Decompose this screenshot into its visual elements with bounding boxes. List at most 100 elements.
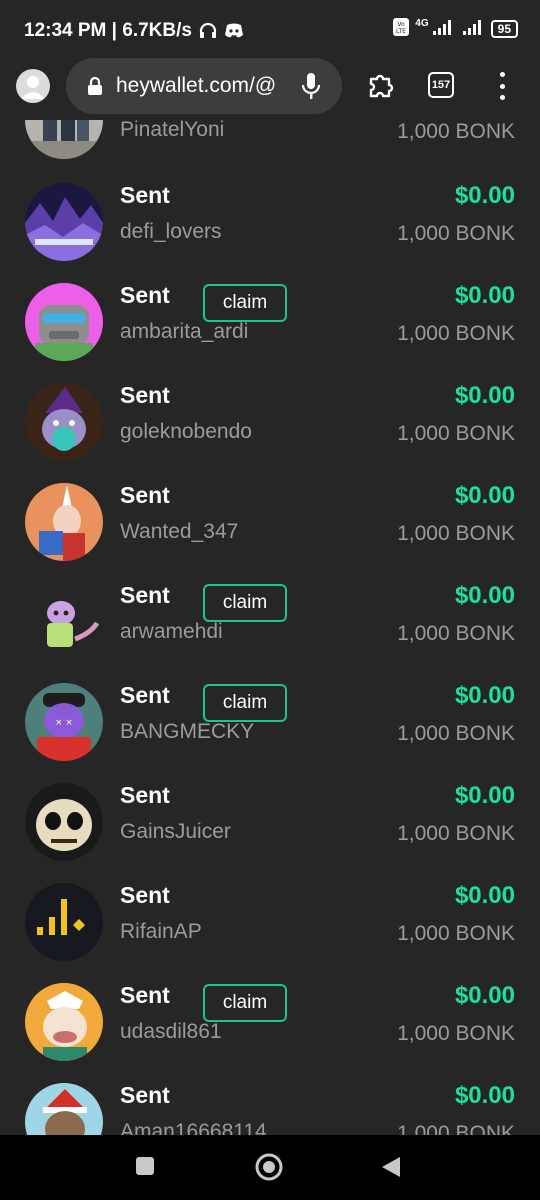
username: Wanted_347 [120, 520, 239, 543]
status-bar: 12:34 PM | 6.7KB/s Vo LTE 4G 95 [0, 0, 540, 58]
transaction-title: Sent [120, 1082, 170, 1108]
menu-dot [499, 95, 505, 100]
usd-value: $0.00 [454, 682, 515, 709]
user-avatar: × × [25, 683, 103, 761]
usd-value: $0.00 [454, 182, 515, 209]
browser-toolbar: heywallet.com/@ 157 [0, 58, 540, 120]
menu-dot [499, 83, 505, 89]
address-bar[interactable]: heywallet.com/@ [66, 58, 342, 114]
status-left: 12:34 PM | 6.7KB/s [24, 20, 244, 42]
claim-button[interactable]: claim [203, 684, 287, 722]
triangle-back-icon [382, 1157, 400, 1177]
usd-value: $0.00 [454, 582, 515, 609]
token-amount: 1,000 BONK [397, 322, 515, 345]
usd-value: $0.00 [454, 382, 515, 409]
usd-value: $0.00 [454, 782, 515, 809]
volte-icon: Vo LTE [393, 18, 410, 39]
user-avatar [25, 483, 103, 561]
transaction-row[interactable]: Sent goleknobendo $0.00 1,000 BONK [0, 370, 540, 470]
username: goleknobendo [120, 420, 252, 443]
transaction-list: PinatelYoni 1,000 BONK Sent defi_lovers … [0, 120, 540, 1135]
username: arwamehdi [120, 620, 223, 643]
token-amount: 1,000 BONK [397, 722, 515, 745]
transaction-row[interactable]: Sent defi_lovers $0.00 1,000 BONK [0, 170, 540, 270]
transaction-title: Sent [120, 982, 170, 1008]
transaction-row[interactable]: Sent Aman16668114 $0.00 1,000 BONK [0, 1070, 540, 1135]
token-amount: 1,000 BONK [397, 120, 515, 143]
transaction-row[interactable]: Sent claim ambarita_ardi $0.00 1,000 BON… [0, 270, 540, 370]
user-avatar [25, 283, 103, 361]
tab-switcher-button[interactable]: 157 [428, 72, 454, 98]
token-amount: 1,000 BONK [397, 622, 515, 645]
transaction-title: Sent [120, 482, 170, 508]
claim-button[interactable]: claim [203, 984, 287, 1022]
overflow-menu-button[interactable] [492, 70, 512, 102]
user-avatar [25, 120, 103, 159]
back-button[interactable] [380, 1155, 402, 1184]
transaction-row[interactable]: Sent claim arwamehdi $0.00 1,000 BONK [0, 570, 540, 670]
transaction-title: Sent [120, 382, 170, 408]
user-avatar [25, 983, 103, 1061]
token-amount: 1,000 BONK [397, 822, 515, 845]
username: udasdil861 [120, 1020, 222, 1043]
username: PinatelYoni [120, 120, 225, 141]
menu-dot [499, 72, 505, 77]
claim-button[interactable]: claim [203, 584, 287, 622]
transaction-title: Sent [120, 782, 170, 808]
username: ambarita_ardi [120, 320, 249, 343]
square-icon [136, 1157, 154, 1175]
svg-text:LTE: LTE [396, 28, 406, 35]
usd-value: $0.00 [454, 1082, 515, 1109]
signal-icon-2 [461, 19, 485, 38]
discord-icon [224, 23, 244, 39]
url-text[interactable]: heywallet.com/@ [116, 74, 282, 98]
token-amount: 1,000 BONK [397, 422, 515, 445]
system-nav-bar [0, 1135, 540, 1200]
battery-indicator: 95 [490, 19, 518, 38]
username: Aman16668114 [120, 1120, 267, 1135]
status-time-speed: 12:34 PM | 6.7KB/s [24, 20, 192, 41]
svg-text:× ×: × × [55, 718, 73, 728]
usd-value: $0.00 [454, 282, 515, 309]
profile-avatar-button[interactable] [16, 69, 50, 103]
claim-button[interactable]: claim [203, 284, 287, 322]
transaction-title: Sent [120, 682, 170, 708]
usd-value: $0.00 [454, 882, 515, 909]
home-button[interactable] [254, 1152, 284, 1187]
user-avatar [25, 883, 103, 961]
transaction-title: Sent [120, 582, 170, 608]
transaction-title: Sent [120, 282, 170, 308]
username: defi_lovers [120, 220, 222, 243]
signal-icon-1 [431, 19, 455, 38]
token-amount: 1,000 BONK [397, 1022, 515, 1045]
token-amount: 1,000 BONK [397, 222, 515, 245]
transaction-row[interactable]: × × Sent claim BANGMECKY $0.00 1,000 BON… [0, 670, 540, 770]
extensions-button[interactable] [366, 70, 396, 105]
network-type: 4G [415, 18, 429, 29]
headphones-icon [198, 21, 218, 41]
puzzle-icon [369, 74, 394, 98]
user-avatar [25, 183, 103, 261]
user-avatar [25, 1083, 103, 1135]
lock-icon [84, 75, 106, 97]
transaction-row[interactable]: Sent claim udasdil861 $0.00 1,000 BONK [0, 970, 540, 1070]
user-avatar [25, 383, 103, 461]
transaction-title: Sent [120, 882, 170, 908]
user-avatar [25, 783, 103, 861]
username: RifainAP [120, 920, 202, 943]
transaction-row[interactable]: PinatelYoni 1,000 BONK [0, 120, 540, 168]
usd-value: $0.00 [454, 482, 515, 509]
recents-button[interactable] [134, 1155, 156, 1182]
circle-icon [255, 1153, 283, 1181]
svg-text:Vo: Vo [398, 21, 406, 28]
transaction-row[interactable]: Sent Wanted_347 $0.00 1,000 BONK [0, 470, 540, 570]
microphone-icon[interactable] [301, 72, 321, 105]
token-amount: 1,000 BONK [397, 522, 515, 545]
username: GainsJuicer [120, 820, 231, 843]
transaction-row[interactable]: Sent RifainAP $0.00 1,000 BONK [0, 870, 540, 970]
user-avatar [25, 583, 103, 661]
username: BANGMECKY [120, 720, 255, 743]
token-amount: 1,000 BONK [397, 1122, 515, 1135]
usd-value: $0.00 [454, 982, 515, 1009]
transaction-row[interactable]: Sent GainsJuicer $0.00 1,000 BONK [0, 770, 540, 870]
